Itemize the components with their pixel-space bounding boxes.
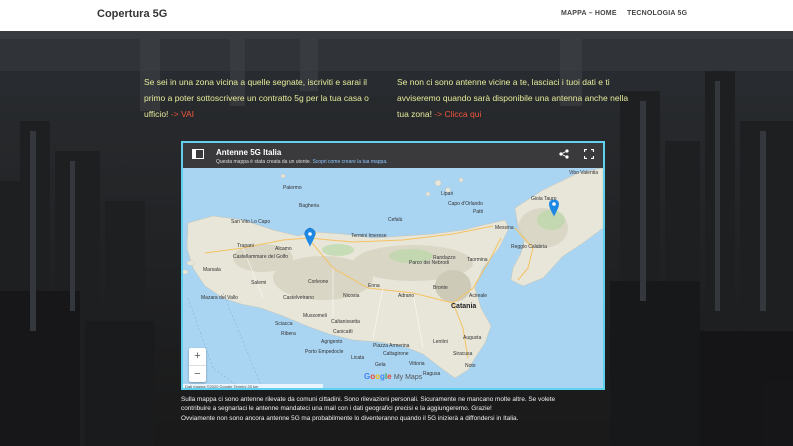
- map-label: Castelvetrano: [283, 295, 314, 301]
- map-label: Palermo: [283, 185, 302, 191]
- map-label: Gioia Tauro: [531, 196, 557, 202]
- map-label: Nicosia: [343, 293, 360, 299]
- disclaimer-line: Ovviamente non sono ancora antenne 5G ma…: [181, 414, 519, 422]
- map-label: Catania: [451, 303, 477, 310]
- sidebar-toggle-icon[interactable]: [192, 149, 204, 161]
- map-attribution[interactable]: Dati mappa ©2020 Google Termini 20 km: [183, 384, 323, 388]
- map-label: Caltanissetta: [331, 319, 360, 325]
- map-label: Noto: [465, 363, 476, 369]
- map-label: Salemi: [251, 280, 267, 286]
- map-title: Antenne 5G Italia: [216, 148, 282, 157]
- map-label: Piazza Armerina: [373, 343, 410, 349]
- map-label: Licata: [351, 355, 365, 361]
- map-label: Agrigento: [321, 339, 343, 345]
- map-label: Siracusa: [453, 351, 473, 357]
- map-label: San Vito Lo Capo: [231, 219, 271, 225]
- notify-text-block: Se non ci sono antenne vicine a te, lasc…: [397, 74, 642, 122]
- map-label: Corleone: [308, 279, 329, 285]
- signup-text-block: Se sei in una zona vicina a quelle segna…: [144, 74, 388, 122]
- map-label: Termini Imerese: [351, 233, 387, 239]
- map-label: Acireale: [469, 293, 488, 299]
- google-my-maps-logo: Google My Maps: [364, 372, 423, 381]
- nav-tecnologia-5g[interactable]: TECNOLOGIA 5G: [627, 10, 687, 17]
- map-disclaimer: Sulla mappa ci sono antenne rilevate da …: [181, 395, 611, 423]
- map-label: Porto Empedocle: [305, 349, 344, 355]
- share-icon[interactable]: [559, 149, 569, 161]
- map-label: Bronte: [433, 285, 448, 291]
- map-label: Mussomeli: [303, 313, 327, 319]
- map-label: Adrano: [398, 293, 415, 299]
- map-label: Trapani: [237, 243, 254, 249]
- map-label: Lentini: [433, 339, 448, 345]
- map-header-bar: Antenne 5G Italia Questa mappa è stata c…: [183, 143, 603, 168]
- map-label: Mazara del Vallo: [201, 295, 238, 301]
- map-label: Alcamo: [275, 246, 292, 252]
- map-label: Lipari: [441, 191, 454, 197]
- map-label: Vittoria: [409, 361, 425, 367]
- map-label: Enna: [368, 283, 380, 289]
- map-label: Reggio Calabria: [511, 244, 547, 250]
- map-label: Castellammare del Golfo: [233, 254, 289, 260]
- zoom-out-button[interactable]: −: [189, 366, 206, 383]
- nav-mappa-home[interactable]: MAPPA – HOME: [561, 10, 617, 17]
- map-label: Bagheria: [299, 203, 320, 209]
- map-label: Marsala: [203, 267, 221, 273]
- map-label: Vibo Valentia: [569, 170, 599, 176]
- map-label: Ribera: [281, 331, 296, 337]
- map-label: Ragusa: [423, 371, 441, 377]
- zoom-in-button[interactable]: +: [189, 348, 206, 365]
- google-my-maps-embed[interactable]: Antenne 5G Italia Questa mappa è stata c…: [181, 141, 605, 390]
- map-label: Canicattì: [333, 329, 353, 335]
- fullscreen-icon[interactable]: [583, 148, 595, 161]
- map-label: Taormina: [467, 257, 488, 263]
- disclaimer-line: Sulla mappa ci sono antenne rilevate da …: [181, 396, 556, 403]
- clicca-qui-link[interactable]: -> Clicca qui: [432, 109, 481, 119]
- site-brand[interactable]: Copertura 5G: [97, 8, 167, 20]
- site-header: Copertura 5G MAPPA – HOME TECNOLOGIA 5G: [0, 0, 793, 31]
- map-subtitle-text: Questa mappa è stata creata da un utente…: [216, 159, 312, 165]
- map-label: Augusta: [463, 335, 482, 341]
- map-label: Cefalù: [388, 217, 403, 223]
- vai-link[interactable]: -> VAI: [168, 109, 194, 119]
- map-label: Caltagirone: [383, 351, 409, 357]
- map-label: Randazzo: [433, 255, 456, 261]
- disclaimer-line: contribuire a segnarlaci le antenne mand…: [181, 405, 492, 413]
- map-label: Sciacca: [275, 321, 293, 327]
- map-label: Capo d'Orlando: [448, 201, 483, 207]
- map-label: Gela: [375, 362, 386, 368]
- map-label: Patti: [473, 209, 484, 215]
- map-subtitle: Questa mappa è stata creata da un utente…: [216, 159, 388, 165]
- zoom-controls: + −: [189, 348, 206, 382]
- map-label: Messina: [495, 225, 514, 231]
- create-map-link[interactable]: Scopri come creare la tua mappa.: [312, 159, 387, 165]
